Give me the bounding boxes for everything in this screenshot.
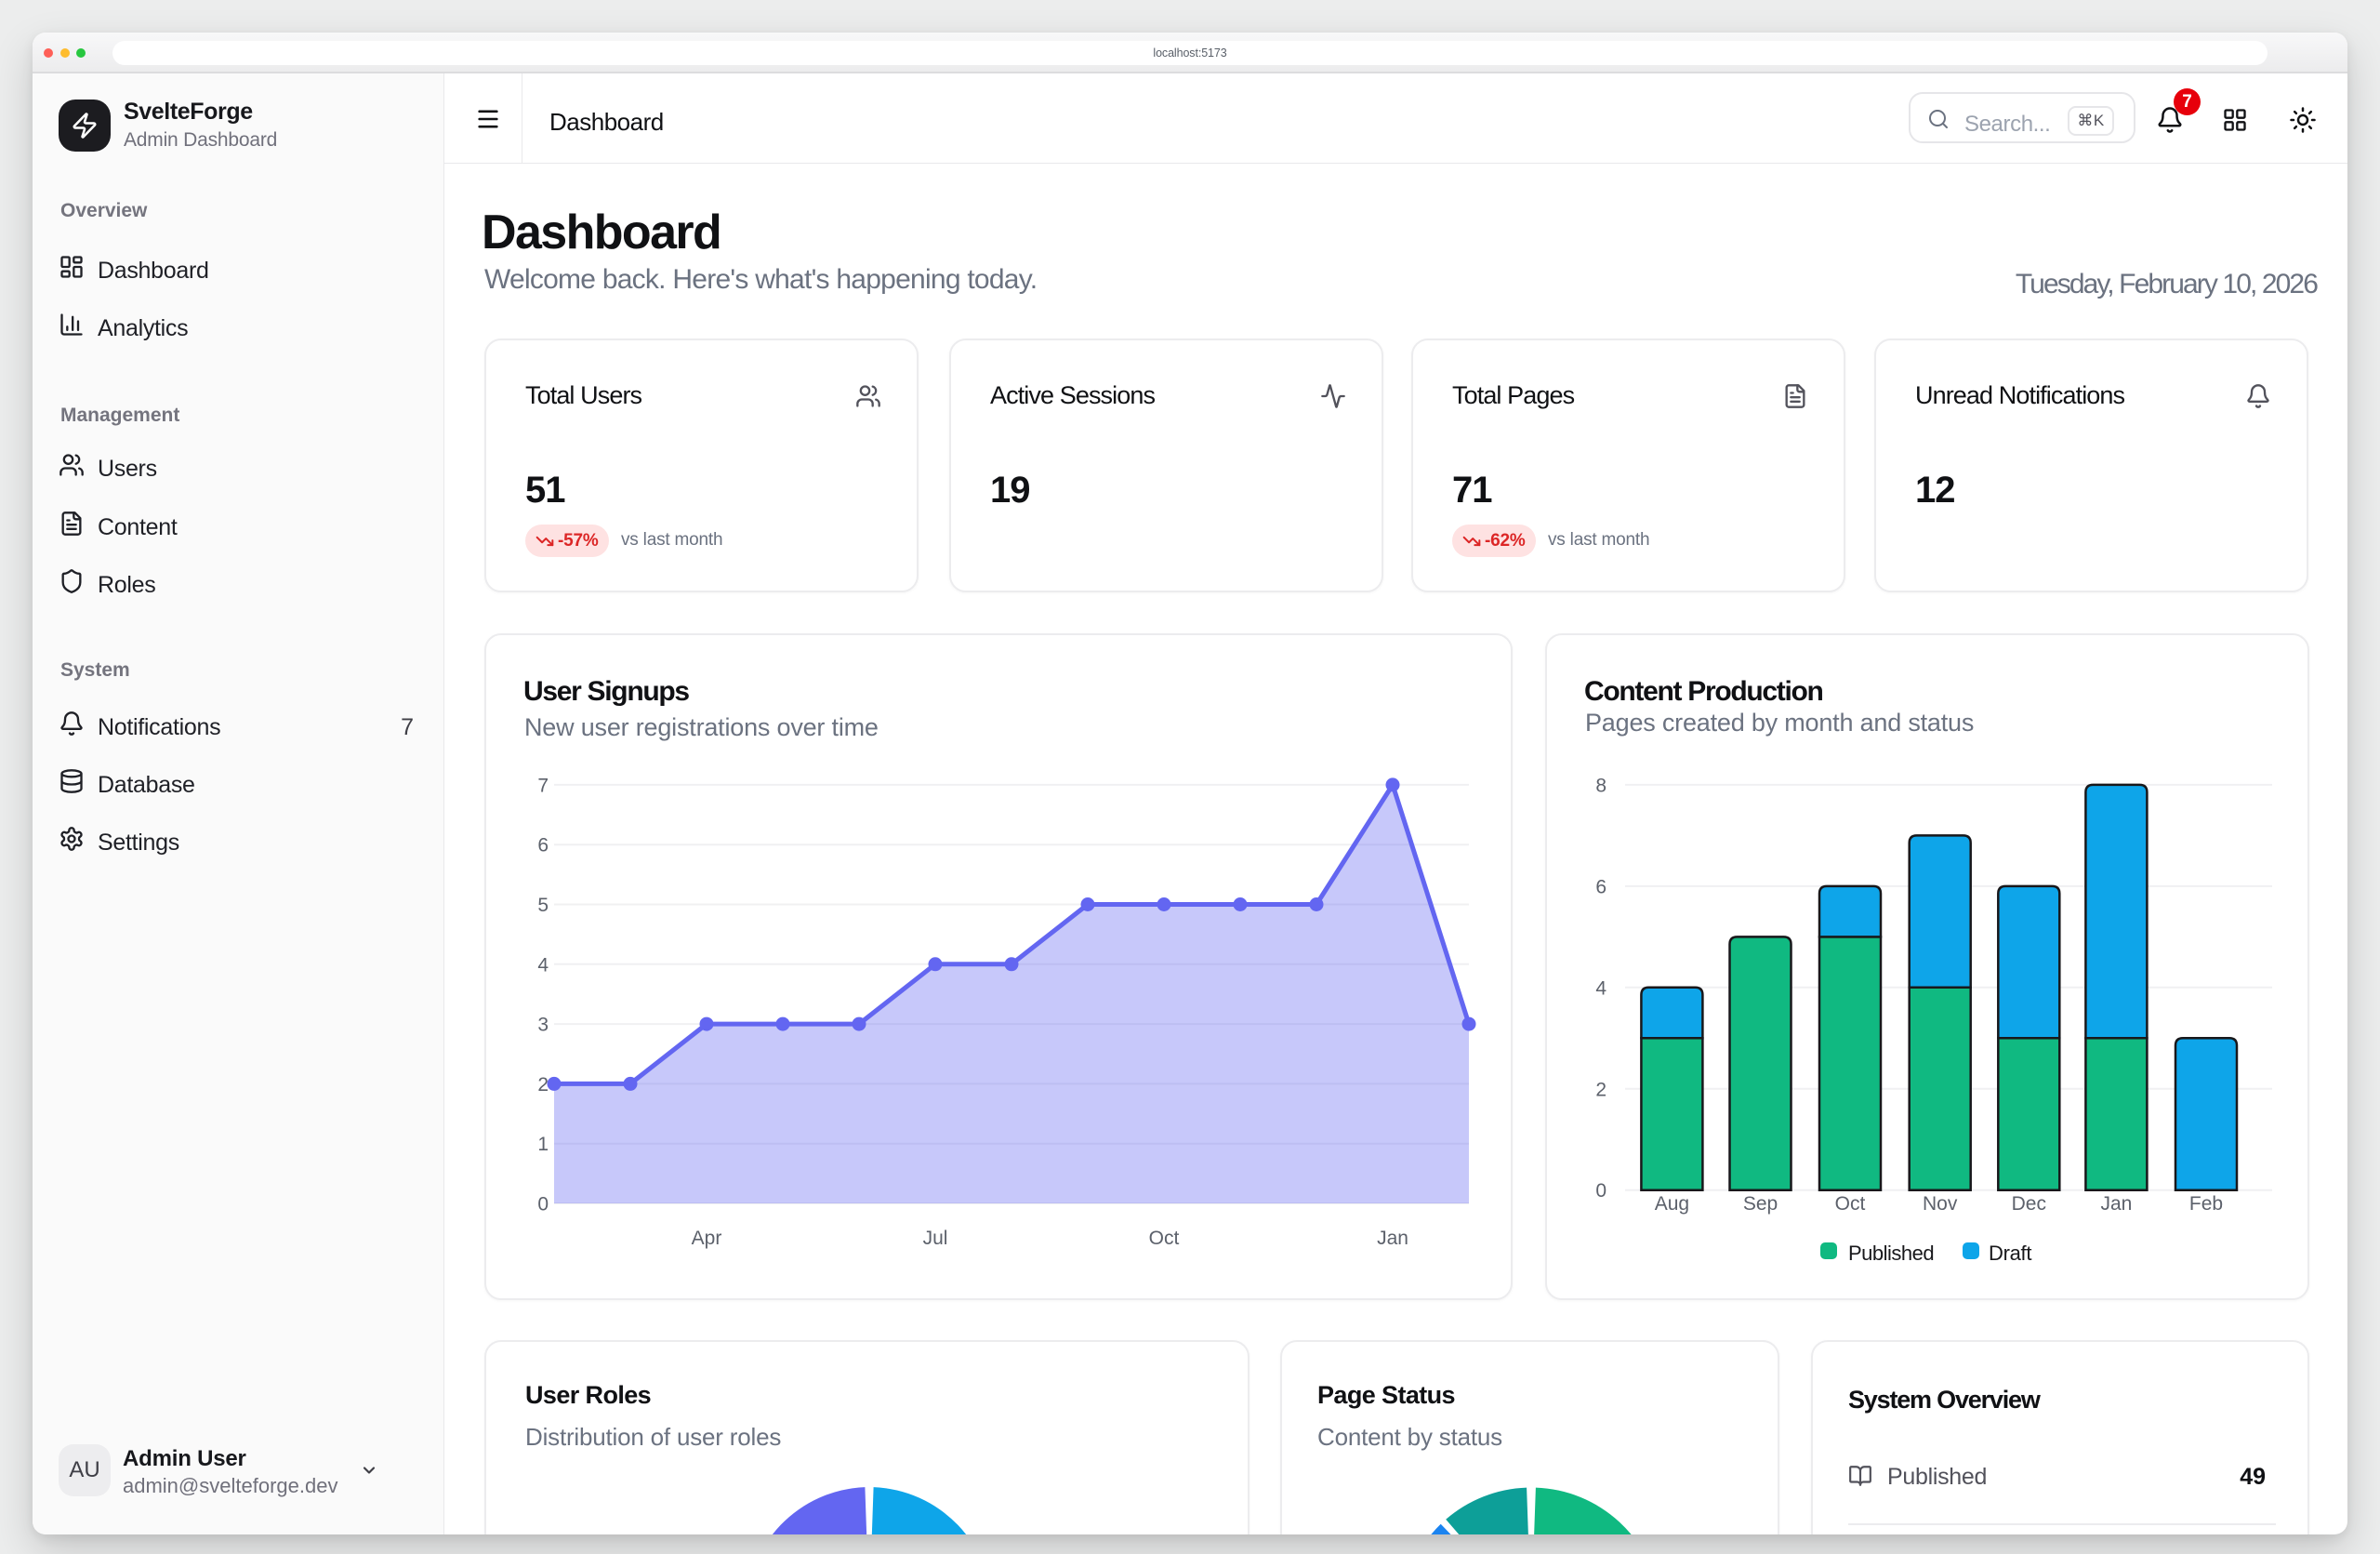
svg-text:4: 4 xyxy=(537,954,549,976)
svg-text:2: 2 xyxy=(1595,1079,1606,1100)
svg-text:6: 6 xyxy=(537,835,549,857)
svg-text:Jan: Jan xyxy=(1377,1228,1408,1249)
svg-text:Oct: Oct xyxy=(1835,1193,1866,1215)
svg-text:Jan: Jan xyxy=(2100,1193,2132,1215)
svg-text:Apr: Apr xyxy=(692,1228,722,1249)
svg-text:Nov: Nov xyxy=(1923,1193,1958,1215)
svg-text:1: 1 xyxy=(537,1134,549,1155)
svg-text:Aug: Aug xyxy=(1655,1193,1689,1215)
svg-text:Published: Published xyxy=(1848,1242,1934,1265)
svg-text:Sep: Sep xyxy=(1743,1193,1778,1215)
svg-text:Dec: Dec xyxy=(2012,1193,2046,1215)
svg-text:Draft: Draft xyxy=(1989,1242,2031,1265)
svg-text:2: 2 xyxy=(537,1074,549,1096)
svg-text:6: 6 xyxy=(1595,876,1606,897)
svg-text:Jul: Jul xyxy=(923,1228,948,1249)
svg-text:4: 4 xyxy=(1595,977,1606,999)
svg-text:Feb: Feb xyxy=(2189,1193,2223,1215)
svg-text:3: 3 xyxy=(537,1015,549,1036)
svg-text:7: 7 xyxy=(537,775,549,796)
svg-text:0: 0 xyxy=(537,1194,549,1215)
svg-text:5: 5 xyxy=(537,895,549,916)
svg-text:Oct: Oct xyxy=(1149,1228,1180,1249)
svg-text:0: 0 xyxy=(1595,1180,1606,1202)
svg-text:8: 8 xyxy=(1595,775,1606,796)
